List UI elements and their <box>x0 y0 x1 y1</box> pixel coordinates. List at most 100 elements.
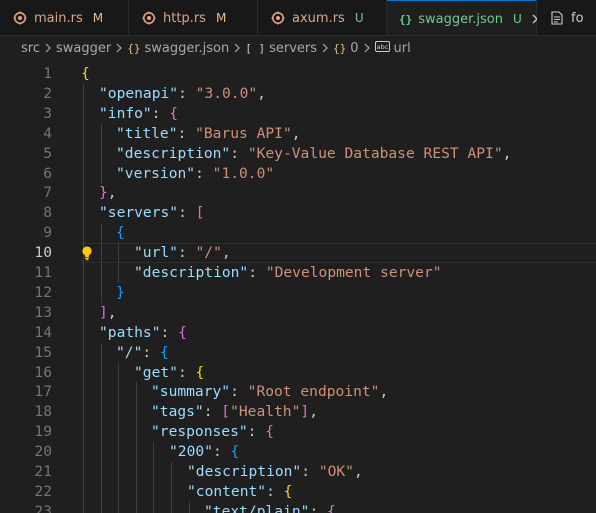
json-key: "paths" <box>99 324 161 341</box>
tab-axum-rs[interactable]: axum.rs U <box>258 0 387 35</box>
code-line[interactable]: 15 "/": { <box>0 343 596 363</box>
breadcrumb-item-servers[interactable]: [ ] servers <box>245 41 317 56</box>
code-line[interactable]: 20 "200": { <box>0 442 596 462</box>
bracket: { <box>81 65 90 82</box>
indent-guide <box>171 482 172 502</box>
breadcrumb-label: swagger <box>55 40 112 56</box>
indent-guide <box>83 303 84 323</box>
code-line[interactable]: 14 "paths": { <box>0 323 596 343</box>
code-text: "version": "1.0.0" <box>116 164 274 184</box>
indent-guide <box>83 442 84 462</box>
indent-guide <box>118 462 119 482</box>
tab-main-rs[interactable]: main.rs M <box>0 0 129 35</box>
breadcrumb-item-url[interactable]: abc url <box>374 41 411 56</box>
indent-guide <box>83 183 84 203</box>
tab-http-rs[interactable]: http.rs M <box>129 0 258 35</box>
code-line[interactable]: 10 "url": "/", <box>0 243 596 263</box>
indent-guide <box>101 422 102 442</box>
indent-guide <box>101 343 102 363</box>
line-number: 2 <box>43 85 52 102</box>
code-line[interactable]: 5 "description": "Key-Value Database REST… <box>0 144 596 164</box>
json-key: "servers" <box>99 204 179 221</box>
code-line[interactable]: 22 "content": { <box>0 482 596 502</box>
code-text: "summary": "Root endpoint", <box>151 382 388 402</box>
bracket: { <box>116 224 125 241</box>
code-editor[interactable]: 1{2 "openapi": "3.0.0", 3 "info": {4 "title"… <box>0 64 596 513</box>
indent-guide <box>189 502 190 513</box>
bracket: { <box>169 105 179 122</box>
code-line[interactable]: 4 "title": "Barus API", <box>0 124 596 144</box>
code-line[interactable]: 23 "text/plain": { <box>0 502 596 513</box>
lightbulb-icon[interactable] <box>80 245 94 261</box>
code-line[interactable]: 17 "summary": "Root endpoint", <box>0 382 596 402</box>
punctuation: : <box>178 85 196 102</box>
tab-swagger-json[interactable]: {} swagger.json U <box>387 0 542 35</box>
code-line[interactable]: 11 "description": "Development server" <box>0 263 596 283</box>
indent-guide <box>153 502 154 513</box>
breadcrumb-item-src[interactable]: src <box>21 41 40 56</box>
code-text: ], <box>99 303 117 323</box>
code-line[interactable]: 12} <box>0 283 596 303</box>
breadcrumb-item-swagger-json[interactable]: {} swagger.json <box>127 41 229 56</box>
code-line[interactable]: 21 "description": "OK", <box>0 462 596 482</box>
bracket: [ <box>221 403 231 420</box>
indent-guide <box>101 502 102 513</box>
punctuation: : <box>230 145 248 162</box>
tab-label: axum.rs <box>292 10 345 26</box>
indent-guide <box>136 402 137 422</box>
code-line[interactable]: 16 "get": { <box>0 363 596 383</box>
json-key: "title" <box>116 125 178 142</box>
code-line[interactable]: 8 "servers": [ <box>0 203 596 223</box>
punctuation: , <box>502 145 512 162</box>
bracket: { <box>195 364 205 381</box>
json-key: "description" <box>134 264 249 281</box>
line-number: 21 <box>34 463 52 480</box>
breadcrumb-item-swagger[interactable]: swagger <box>56 41 111 56</box>
code-line[interactable]: 1{ <box>0 64 596 84</box>
code-text: "description": "OK", <box>187 462 363 482</box>
indent-guide <box>153 462 154 482</box>
code-line[interactable]: 18 "tags": ["Health"], <box>0 402 596 422</box>
line-number: 13 <box>34 304 52 321</box>
punctuation: , <box>221 244 231 261</box>
code-line[interactable]: 2 "openapi": "3.0.0", <box>0 84 596 104</box>
code-line[interactable]: 9{ <box>0 223 596 243</box>
chevron-right-icon <box>41 43 55 53</box>
breadcrumb-label: swagger.json <box>144 40 230 56</box>
indent-guide <box>83 422 84 442</box>
line-number: 17 <box>34 383 52 400</box>
punctuation: : <box>248 264 266 281</box>
code-text: } <box>116 283 125 303</box>
indent-guide <box>83 402 84 422</box>
indent-guide <box>118 263 119 283</box>
json-key: "openapi" <box>99 85 179 102</box>
code-text: "openapi": "3.0.0", <box>99 84 266 104</box>
json-string: "Root endpoint" <box>247 383 380 400</box>
code-line[interactable]: 7}, <box>0 183 596 203</box>
tab-fo[interactable]: fo <box>537 0 596 35</box>
code-line[interactable]: 6 "version": "1.0.0" <box>0 164 596 184</box>
punctuation: , <box>291 125 301 142</box>
file-icon <box>549 10 565 26</box>
code-line[interactable]: 13], <box>0 303 596 323</box>
indent-guide <box>83 124 84 144</box>
code-text: "servers": [ <box>99 203 204 223</box>
code-line[interactable]: 3 "info": { <box>0 104 596 124</box>
json-key: "text/plain" <box>204 503 310 513</box>
indent-guide <box>136 382 137 402</box>
indent-guide <box>83 84 84 104</box>
line-number: 7 <box>43 184 52 201</box>
breadcrumb-item-0[interactable]: {} 0 <box>333 41 359 56</box>
json-string: "OK" <box>318 463 354 480</box>
punctuation: : <box>301 463 319 480</box>
indent-guide <box>101 363 102 383</box>
json-key: "info" <box>99 105 152 122</box>
bracket: { <box>327 503 336 513</box>
tab-git-status: M <box>92 11 104 25</box>
indent-guide <box>83 343 84 363</box>
indent-guide <box>101 223 102 243</box>
line-number: 10 <box>34 244 52 261</box>
indent-guide <box>83 382 84 402</box>
code-line[interactable]: 19 "responses": { <box>0 422 596 442</box>
bracket: [ <box>195 204 205 221</box>
